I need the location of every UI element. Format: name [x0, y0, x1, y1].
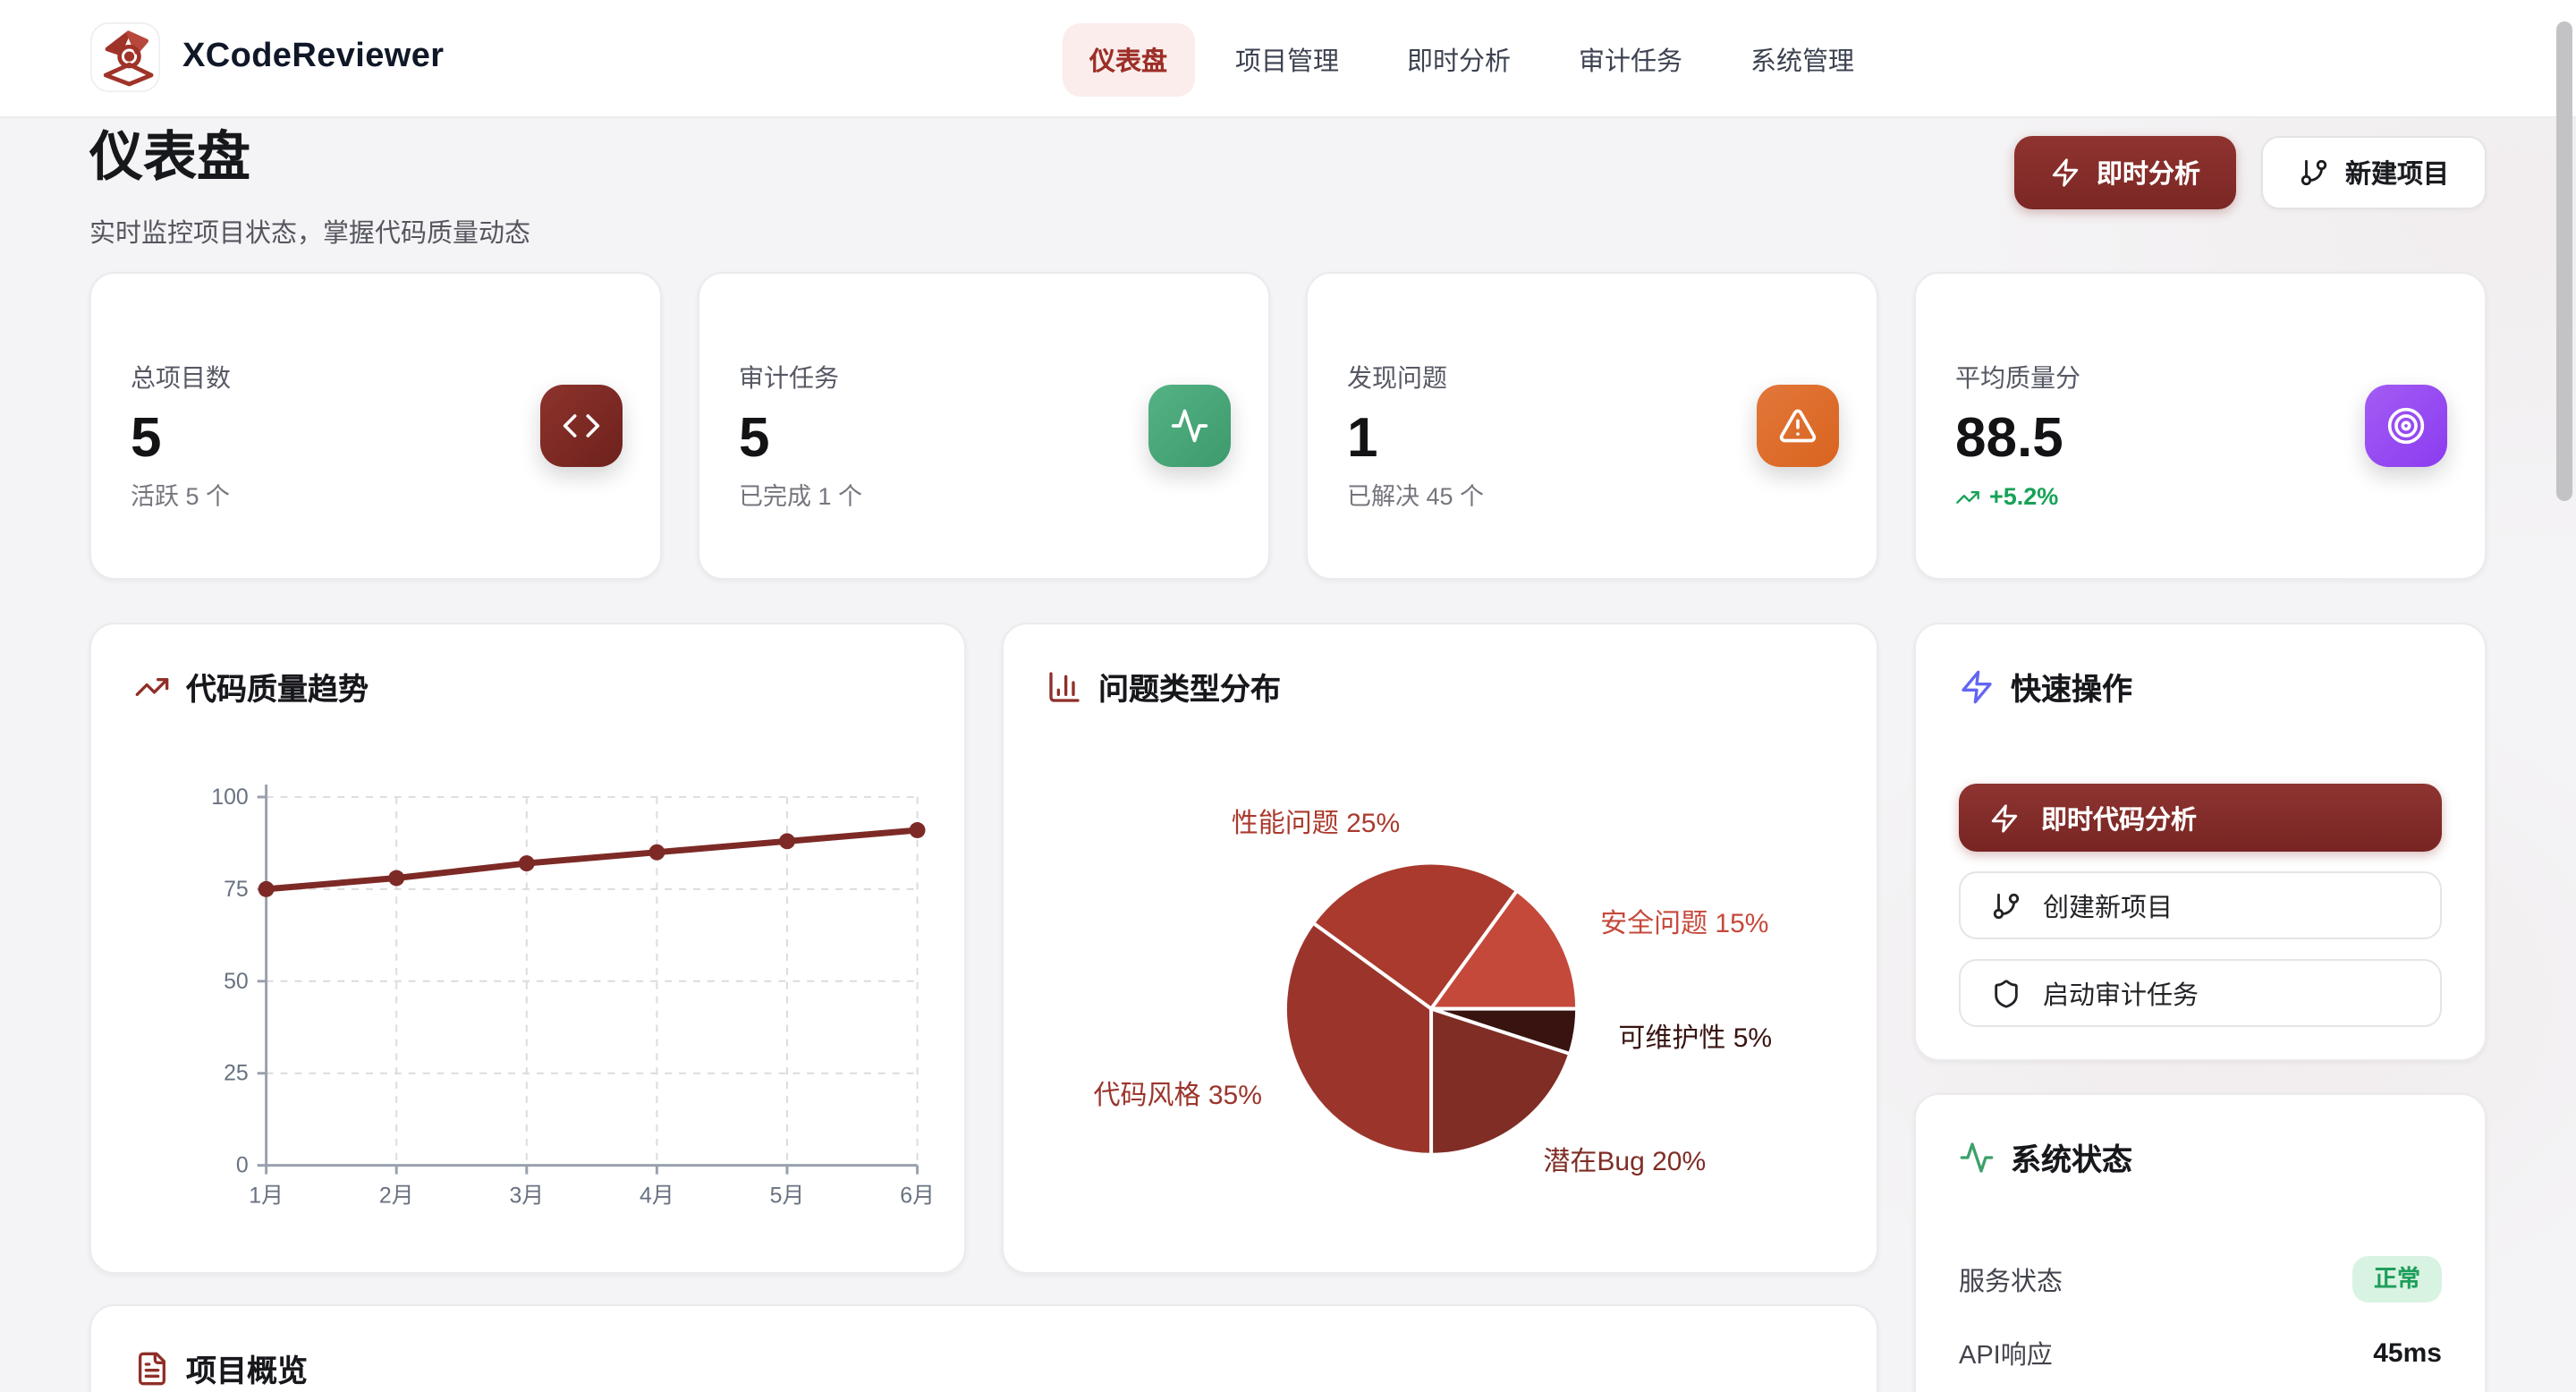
page-subtitle: 实时监控项目状态，掌握代码质量动态 [89, 213, 530, 250]
status-badge: 正常 [2352, 1256, 2442, 1303]
new-project-button[interactable]: 新建项目 [2261, 136, 2487, 209]
page-title: 仪表盘 [89, 131, 250, 188]
stat-icon-tile [2365, 385, 2447, 467]
nav-item[interactable]: 仪表盘 [1063, 23, 1194, 97]
svg-text:0: 0 [236, 1153, 249, 1178]
svg-text:75: 75 [224, 877, 249, 902]
card-title: 系统状态 [2011, 1134, 2132, 1179]
pie-slice-label: 安全问题 15% [1600, 910, 1768, 942]
quick-action-button[interactable]: 创建新项目 [1959, 871, 2442, 939]
top-navbar: XCodeReviewer 仪表盘项目管理即时分析审计任务系统管理 [0, 0, 2576, 118]
zap-icon [2050, 157, 2080, 188]
quick-actions-card: 快速操作 即时代码分析创建新项目启动审计任务 [1914, 623, 2487, 1061]
stat-icon-tile [1148, 385, 1231, 467]
line-chart-point [779, 833, 795, 849]
status-row: 服务状态 正常 [1959, 1256, 2442, 1303]
vertical-scrollbar-thumb[interactable] [2555, 21, 2572, 501]
brand[interactable]: XCodeReviewer [89, 21, 444, 93]
pie-slice-label: 代码风格 35% [1094, 1080, 1262, 1112]
code-icon [562, 406, 601, 446]
quality-trend-card: 代码质量趋势 02550751001月2月3月4月5月6月 [89, 623, 966, 1274]
line-chart-point [388, 870, 404, 887]
dashboard-screen: XCodeReviewer 仪表盘项目管理即时分析审计任务系统管理 仪表盘 实时… [0, 0, 2576, 1392]
instant-analysis-button[interactable]: 即时分析 [2014, 136, 2236, 209]
stat-label: 平均质量分 [1955, 363, 2445, 394]
stat-card: 审计任务5已完成 1 个 [698, 272, 1270, 580]
trending-up-icon [1955, 484, 1980, 509]
card-title: 快速操作 [2011, 664, 2132, 709]
svg-text:2月: 2月 [379, 1183, 414, 1208]
line-chart-point [648, 845, 665, 861]
svg-text:1月: 1月 [249, 1183, 284, 1208]
nav-item[interactable]: 审计任务 [1552, 23, 1709, 97]
svg-text:4月: 4月 [640, 1183, 674, 1208]
stat-sub: 已完成 1 个 [739, 481, 1229, 512]
issue-distribution-card: 问题类型分布 性能问题 25%安全问题 15%可维护性 5%潜在Bug 20%代… [1002, 623, 1878, 1274]
svg-text:6月: 6月 [900, 1183, 935, 1208]
svg-text:5月: 5月 [770, 1183, 805, 1208]
stat-icon-tile [1757, 385, 1839, 467]
svg-text:50: 50 [224, 969, 249, 994]
alert-triangle-icon [1778, 406, 1818, 446]
status-rows: 服务状态 正常 API响应 45ms [1959, 1256, 2442, 1376]
target-icon [2386, 406, 2426, 446]
status-row: API响应 45ms [1959, 1329, 2442, 1376]
stat-sub: +5.2% [1955, 481, 2445, 512]
app-logo-icon [89, 21, 161, 93]
line-chart: 0 25 50 75 100 1月 2月 3月 4月 5月 6月 [91, 624, 964, 1272]
git-branch-icon [1991, 890, 2021, 921]
line-chart-point [519, 855, 535, 871]
pie-chart [1004, 624, 1877, 1272]
nav-item[interactable]: 即时分析 [1380, 23, 1538, 97]
svg-text:3月: 3月 [509, 1183, 544, 1208]
nav-item[interactable]: 项目管理 [1208, 23, 1366, 97]
stat-label: 总项目数 [131, 363, 621, 394]
line-chart-point [910, 822, 926, 838]
line-chart-point [258, 881, 275, 897]
card-title-row: 项目概览 [91, 1306, 1877, 1390]
shield-icon [1991, 978, 2021, 1008]
git-branch-icon [2299, 157, 2329, 188]
pie-slice-label: 性能问题 25% [1232, 810, 1400, 842]
zap-icon [1989, 802, 2020, 833]
card-title: 项目概览 [186, 1345, 308, 1390]
status-label: 服务状态 [1959, 1260, 2063, 1298]
activity-icon [1170, 406, 1209, 446]
pie-slice-label: 可维护性 5% [1618, 1024, 1772, 1057]
status-value: 45ms [2373, 1337, 2442, 1368]
stat-icon-tile [540, 385, 623, 467]
stat-label: 审计任务 [739, 363, 1229, 394]
activity-icon [1959, 1139, 1995, 1175]
hero-actions: 即时分析新建项目 [2014, 136, 2487, 209]
card-title-row: 系统状态 [1916, 1095, 2485, 1179]
stat-sub: 活跃 5 个 [131, 481, 621, 512]
stat-card: 总项目数5活跃 5 个 [89, 272, 662, 580]
svg-text:25: 25 [224, 1061, 249, 1086]
zap-icon [1959, 668, 1995, 704]
stat-sub: 已解决 45 个 [1347, 481, 1837, 512]
quick-action-button[interactable]: 启动审计任务 [1959, 959, 2442, 1027]
brand-name: XCodeReviewer [182, 38, 444, 77]
stat-card: 平均质量分88.5+5.2% [1914, 272, 2487, 580]
system-status-card: 系统状态 服务状态 正常 API响应 45ms [1914, 1093, 2487, 1392]
card-title-row: 快速操作 [1916, 624, 2485, 709]
svg-text:100: 100 [211, 785, 248, 810]
status-label: API响应 [1959, 1334, 2053, 1371]
quick-action-button[interactable]: 即时代码分析 [1959, 784, 2442, 852]
stat-label: 发现问题 [1347, 363, 1837, 394]
stat-card: 发现问题1已解决 45 个 [1306, 272, 1878, 580]
file-text-icon [134, 1350, 170, 1386]
quick-actions-list: 即时代码分析创建新项目启动审计任务 [1959, 784, 2442, 1027]
nav-item[interactable]: 系统管理 [1724, 23, 1881, 97]
pie-slice-label: 潜在Bug 20% [1543, 1147, 1706, 1179]
project-overview-card: 项目概览 [89, 1304, 1878, 1392]
main-nav: 仪表盘项目管理即时分析审计任务系统管理 [1063, 23, 1881, 97]
